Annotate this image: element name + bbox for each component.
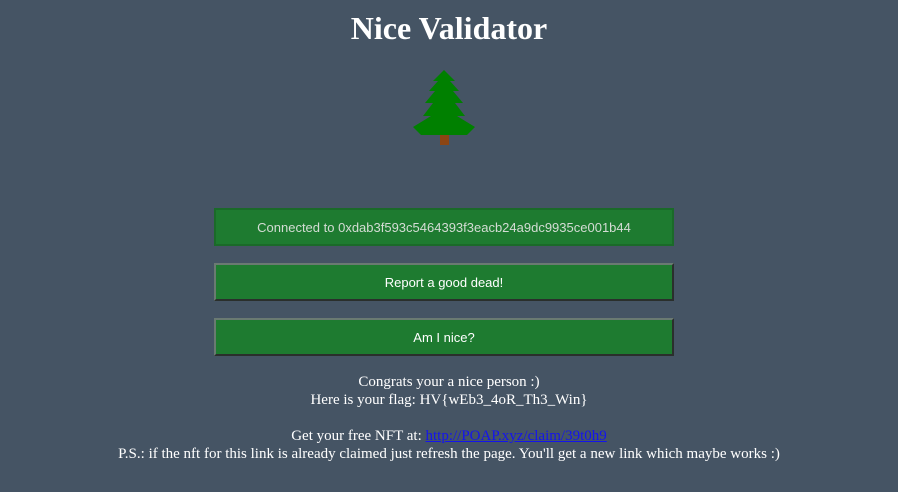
ps-text: P.S.: if the nft for this link is alread… [118, 446, 780, 462]
am-i-nice-button[interactable]: Am I nice? [214, 318, 674, 356]
connected-wallet-button[interactable]: Connected to 0xdab3f593c5464393f3eacb24a… [214, 208, 674, 246]
nft-line: Get your free NFT at: http://POAP.xyz/cl… [0, 427, 898, 445]
congrats-text: Congrats your a nice person :) [358, 374, 540, 390]
report-good-deed-button[interactable]: Report a good dead! [214, 263, 674, 301]
result-message: Congrats your a nice person :) Here is y… [0, 373, 898, 463]
page-title: Nice Validator [350, 10, 548, 46]
nft-claim-link[interactable]: http://POAP.xyz/claim/39t0h9 [426, 428, 607, 444]
christmas-tree-icon [413, 70, 475, 145]
flag-text: Here is your flag: HV{wEb3_4oR_Th3_Win} [310, 392, 588, 408]
nft-prefix-text: Get your free NFT at: [291, 428, 422, 444]
